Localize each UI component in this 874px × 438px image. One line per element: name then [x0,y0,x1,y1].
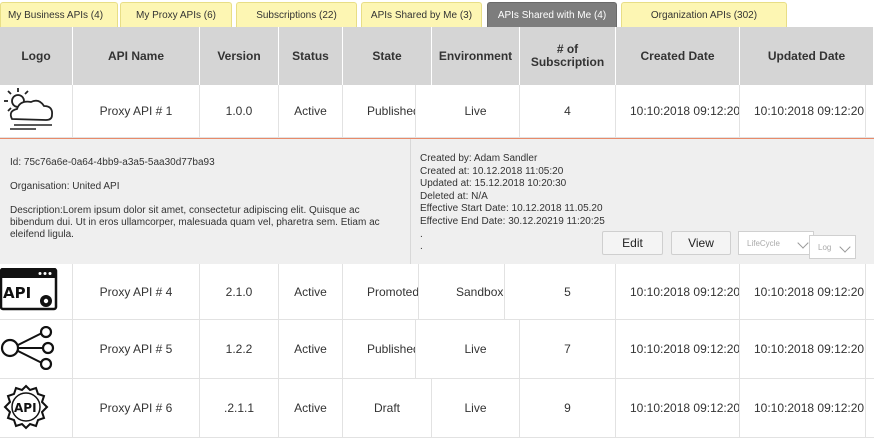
row-state: Published [343,85,416,137]
row-subscriptions: 5 [520,264,616,319]
detail-description: Description:Lorem ipsum dolor sit amet, … [10,205,380,240]
row-version: .2.1.1 [200,379,279,437]
row-status: Active [279,85,343,137]
tab-apis-shared-with-me[interactable]: APIs Shared with Me (4) [487,2,617,27]
row-status: Active [279,379,343,437]
col-header-api-name[interactable]: API Name [73,27,200,85]
share-network-icon [0,326,55,370]
row-environment: Live [432,85,520,137]
row-environment: Sandbox [432,264,505,319]
api-gear-icon: API [3,384,49,430]
row-updated-date: 10:10:2018 09:12:20 [740,379,866,437]
row-created-date: 10:10:2018 09:12:20 [616,320,740,378]
log-select-label: Log [818,242,832,252]
tab-subscriptions[interactable]: Subscriptions (22) [236,2,357,27]
row-updated-date: 10:10:2018 09:12:20 [740,85,866,137]
table-row[interactable]: Proxy API # 5 1.2.2 Active Published Liv… [0,320,874,379]
row-version: 1.2.2 [200,320,279,378]
log-select[interactable]: Log [809,235,856,259]
col-header-updated-date[interactable]: Updated Date [740,27,874,85]
cloud-sun-icon [4,88,53,130]
row-created-date: 10:10:2018 09:12:20 [616,379,740,437]
tab-apis-shared-by-me[interactable]: APIs Shared by Me (3) [361,2,482,27]
row-version: 1.0.0 [200,85,279,137]
row-updated-date: 10:10:2018 09:12:20 [740,264,866,319]
row-state: Published [343,320,416,378]
row-api-name[interactable]: Proxy API # 1 [73,85,200,137]
tab-bar: My Business APIs (4) My Proxy APIs (6) S… [0,0,874,27]
detail-summary: Id: 75c76a6e-0a64-4bb9-a3a5-5aa30d77ba93… [10,157,405,241]
row-created-date: 10:10:2018 09:12:20 [616,264,740,319]
table-row[interactable]: Proxy API # 1 1.0.0 Active Published Liv… [0,85,874,138]
svg-text:API: API [3,284,31,302]
row-state: Promoted [343,264,419,319]
tab-my-proxy-apis[interactable]: My Proxy APIs (6) [120,2,232,27]
col-header-environment[interactable]: Environment [432,27,520,85]
chevron-down-icon [839,241,851,253]
lifecycle-select[interactable]: LifeCycle [738,231,814,255]
row-status: Active [279,264,343,319]
tab-organization-apis[interactable]: Organization APIs (302) [621,2,787,27]
detail-deleted-at: Deleted at: N/A [420,190,488,202]
detail-organisation: Organisation: United API [10,181,120,192]
row-state: Draft [343,379,432,437]
row-created-date: 10:10:2018 09:12:20 [616,85,740,137]
row-updated-date: 10:10:2018 09:12:20 [740,320,866,378]
detail-created-at: Created at: 10.12.2018 11:05:20 [420,165,564,177]
detail-updated-at: Updated at: 15.12.2018 10:20:30 [420,178,567,190]
row-api-name[interactable]: Proxy API # 4 [73,264,200,319]
col-header-status[interactable]: Status [279,27,343,85]
col-header-state[interactable]: State [343,27,432,85]
detail-effective-start: Effective Start Date: 10.12.2018 11.05.2… [420,203,603,215]
row-environment: Live [432,320,520,378]
col-header-version[interactable]: Version [200,27,279,85]
row-status: Active [279,320,343,378]
col-header-subscription[interactable]: # of Subscription [520,27,616,85]
col-header-created-date[interactable]: Created Date [616,27,740,85]
detail-created-by: Created by: Adam Sandler [420,153,538,164]
row-environment: Live [432,379,520,437]
col-header-logo[interactable]: Logo [0,27,73,85]
svg-text:API: API [14,401,37,415]
tab-my-business-apis[interactable]: My Business APIs (4) [0,2,118,27]
row-logo [0,320,73,378]
row-api-name[interactable]: Proxy API # 5 [73,320,200,378]
row-api-name[interactable]: Proxy API # 6 [73,379,200,437]
row-logo [0,85,73,137]
row-version: 2.1.0 [200,264,279,319]
lifecycle-select-label: LifeCycle [747,238,780,248]
view-button[interactable]: View [671,231,731,255]
detail-id: Id: 75c76a6e-0a64-4bb9-a3a5-5aa30d77ba93 [10,157,215,168]
detail-effective-end: Effective End Date: 30.12.20219 11:20:25 [420,215,605,227]
api-window-icon: API [0,268,58,311]
detail-divider [410,139,411,265]
table-row[interactable]: API Proxy API # 6 .2.1.1 Active Draft Li… [0,379,874,438]
row-subscriptions: 7 [520,320,616,378]
chevron-down-icon [797,237,809,249]
row-logo: API [0,264,73,319]
row-logo: API [0,379,73,437]
table-row[interactable]: API Proxy API # 4 2.1.0 Active Promoted … [0,264,874,320]
api-detail-panel: Id: 75c76a6e-0a64-4bb9-a3a5-5aa30d77ba93… [0,138,874,265]
row-subscriptions: 9 [520,379,616,437]
edit-button[interactable]: Edit [602,231,663,255]
row-subscriptions: 4 [520,85,616,137]
